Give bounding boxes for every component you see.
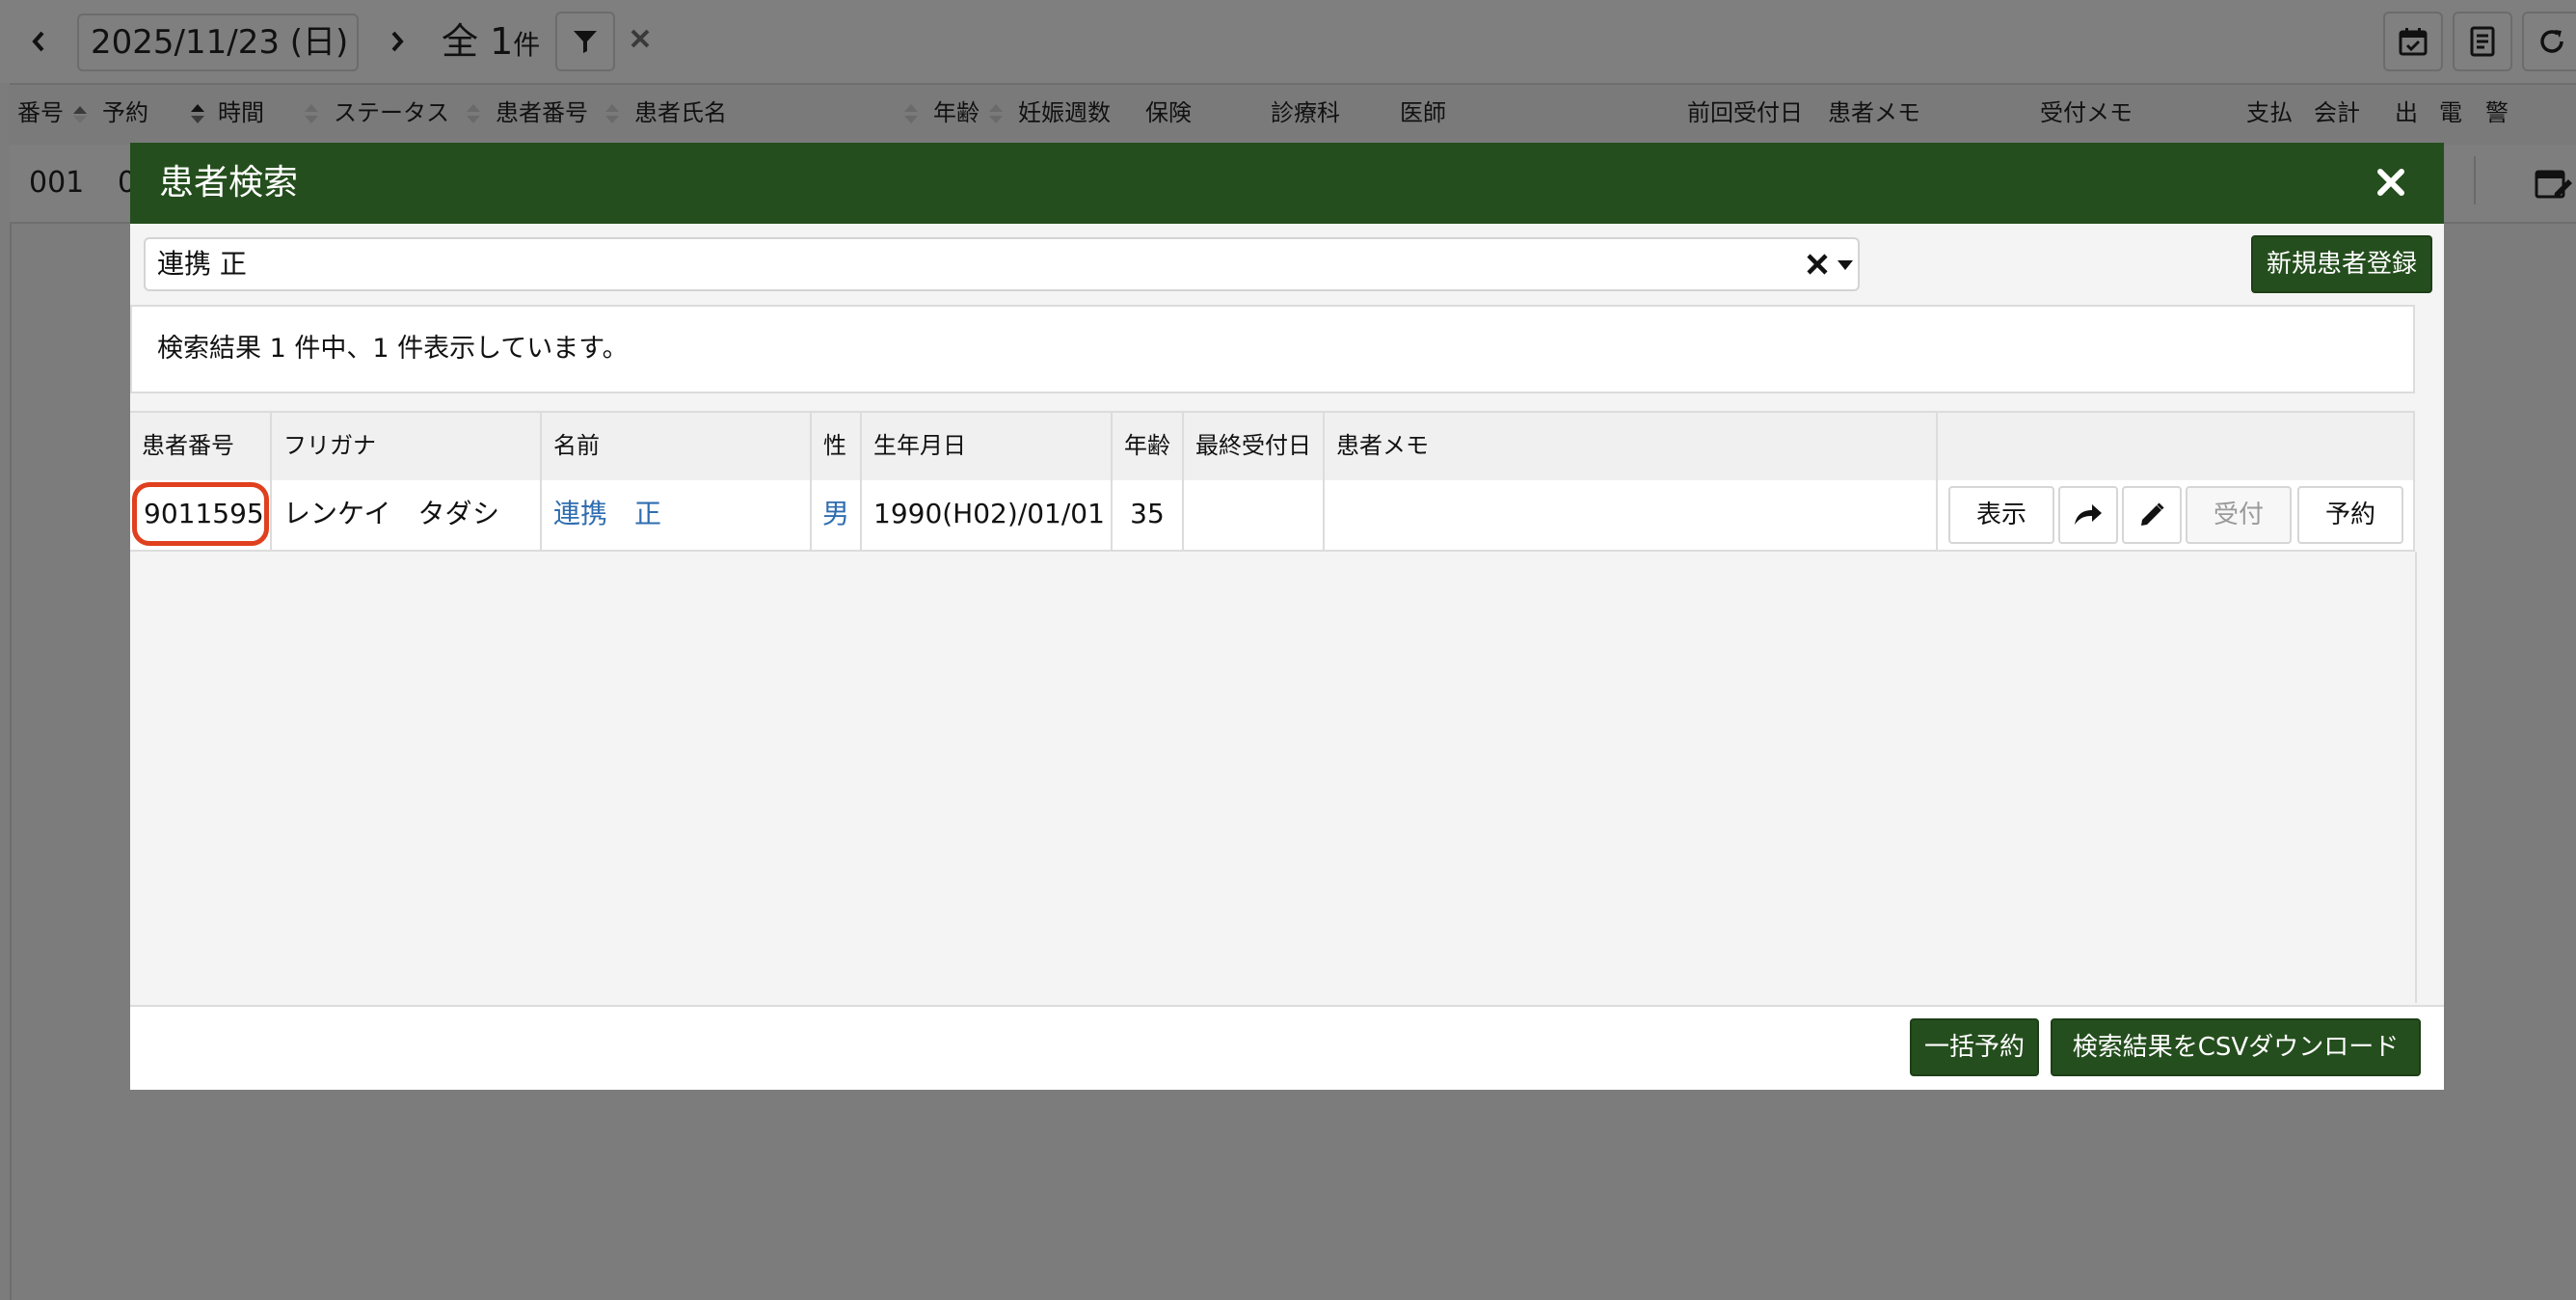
reserve-button[interactable]: 予約 xyxy=(2297,486,2403,544)
col-doctor: 医師 xyxy=(1400,99,1446,126)
total-unit: 件 xyxy=(513,29,541,61)
col-reception-memo: 受付メモ xyxy=(2040,99,2133,126)
search-value: 連携 正 xyxy=(157,248,247,280)
col-department: 診療科 xyxy=(1271,99,1340,126)
sort-icon[interactable] xyxy=(465,100,482,127)
total-number: 1 xyxy=(490,20,514,63)
chevron-down-icon[interactable] xyxy=(1837,258,1854,272)
patient-search-modal: 患者検索 連携 正 新規患者登録 検索結果 1 件中、1 件表示しています。 患… xyxy=(130,143,2444,1090)
sort-icon[interactable] xyxy=(189,100,206,127)
col-accounting: 会計 xyxy=(2314,99,2360,126)
table-header: 患者番号 フリガナ 名前 性 生年月日 年齢 最終受付日 患者メモ xyxy=(130,411,2415,482)
new-patient-button[interactable]: 新規患者登録 xyxy=(2251,235,2432,293)
col-out: 出 xyxy=(2395,99,2418,126)
cell-sex: 男 xyxy=(812,480,862,550)
modal-header: 患者検索 xyxy=(130,143,2444,224)
col-status[interactable]: ステータス xyxy=(334,96,449,129)
th-kana: フリガナ xyxy=(272,413,542,480)
edit-button[interactable] xyxy=(2122,486,2182,544)
bulk-reserve-button[interactable]: 一括予約 xyxy=(1910,1018,2039,1076)
th-age: 年齢 xyxy=(1113,413,1184,480)
col-phone: 電 xyxy=(2439,99,2462,126)
col-payment: 支払 xyxy=(2246,99,2293,126)
clear-icon[interactable] xyxy=(1804,251,1831,278)
refresh-button[interactable] xyxy=(2522,12,2576,71)
calendar-button[interactable] xyxy=(2383,12,2443,71)
next-date-icon[interactable] xyxy=(378,19,416,64)
th-actions xyxy=(1938,413,2415,480)
cell-patient-number: 9011595 xyxy=(130,480,272,550)
sort-icon[interactable] xyxy=(902,100,920,127)
clear-filter-icon[interactable] xyxy=(629,27,656,54)
close-icon[interactable] xyxy=(2367,158,2415,206)
divider xyxy=(2474,156,2476,204)
sort-asc-icon[interactable] xyxy=(71,100,89,127)
filter-button[interactable] xyxy=(555,12,615,71)
col-number[interactable]: 番号 xyxy=(17,96,64,129)
results-empty-area xyxy=(130,552,2417,1003)
col-reservation[interactable]: 予約 xyxy=(102,96,148,129)
date-selector[interactable]: 2025/11/23 (日) xyxy=(77,14,359,71)
total-count: 全 1件 xyxy=(442,17,540,69)
patient-name-link[interactable]: 連携 正 xyxy=(542,480,812,550)
col-last-visit: 前回受付日 xyxy=(1687,99,1803,126)
calendar-check-icon xyxy=(2399,28,2428,56)
edit-calendar-icon[interactable] xyxy=(2534,164,2572,203)
view-button[interactable]: 表示 xyxy=(1948,486,2054,544)
document-button[interactable] xyxy=(2453,12,2512,71)
csv-download-button[interactable]: 検索結果をCSVダウンロード xyxy=(2051,1018,2421,1076)
patient-search-input[interactable]: 連携 正 xyxy=(144,237,1860,291)
reception-button[interactable]: 受付 xyxy=(2186,486,2292,544)
col-alert: 警 xyxy=(2485,99,2509,126)
modal-title: 患者検索 xyxy=(159,163,299,203)
search-result-summary: 検索結果 1 件中、1 件表示しています。 xyxy=(130,305,2415,393)
filter-icon xyxy=(574,31,597,53)
col-patient-name[interactable]: 患者氏名 xyxy=(634,96,727,129)
cell-birth: 1990(H02)/01/01 xyxy=(862,480,1113,550)
cell-kana: レンケイ タダシ xyxy=(272,480,542,550)
refresh-icon xyxy=(2540,30,2563,53)
col-insurance: 保険 xyxy=(1145,99,1192,126)
prev-date-icon[interactable] xyxy=(19,19,58,64)
th-patient-number: 患者番号 xyxy=(130,413,272,480)
document-icon xyxy=(2470,26,2495,57)
total-prefix: 全 xyxy=(442,20,479,63)
col-patient-number[interactable]: 患者番号 xyxy=(496,96,588,129)
pencil-icon xyxy=(2141,502,2164,526)
row-number: 001 xyxy=(29,166,85,200)
col-patient-memo: 患者メモ xyxy=(1828,99,1920,126)
table-row[interactable]: 9011595 レンケイ タダシ 連携 正 男 1990(H02)/01/01 … xyxy=(130,480,2415,552)
sort-icon[interactable] xyxy=(604,100,621,127)
th-sex: 性 xyxy=(812,413,862,480)
transfer-button[interactable] xyxy=(2058,486,2118,544)
th-birth: 生年月日 xyxy=(862,413,1113,480)
th-last-visit: 最終受付日 xyxy=(1184,413,1325,480)
result-text: 検索結果 1 件中、1 件表示しています。 xyxy=(157,334,629,364)
col-pregnancy-weeks: 妊娠週数 xyxy=(1018,99,1111,126)
share-arrow-icon xyxy=(2075,504,2102,525)
sort-icon[interactable] xyxy=(303,100,320,127)
col-time[interactable]: 時間 xyxy=(218,96,264,129)
th-memo: 患者メモ xyxy=(1325,413,1938,480)
cell-age: 35 xyxy=(1113,480,1184,550)
th-name: 名前 xyxy=(542,413,812,480)
cell-last-visit xyxy=(1184,480,1325,550)
cell-memo xyxy=(1325,480,1938,550)
col-age[interactable]: 年齢 xyxy=(933,96,979,129)
sort-icon[interactable] xyxy=(987,100,1005,127)
